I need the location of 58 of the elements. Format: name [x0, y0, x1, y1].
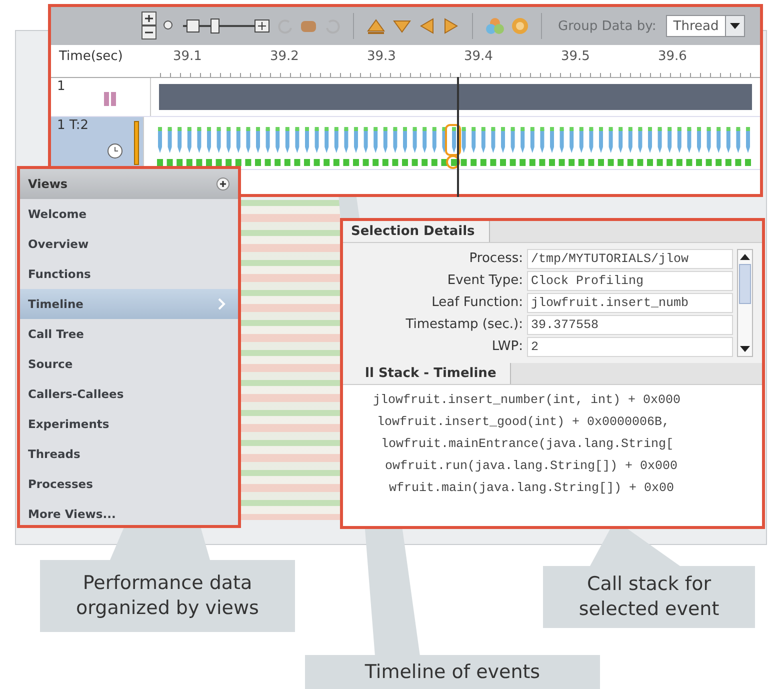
- zoom-stack-icon: [141, 11, 157, 41]
- zoom-slider-icon: [181, 18, 271, 34]
- scroll-thumb[interactable]: [739, 264, 751, 304]
- tick-label: 39.5: [561, 49, 591, 66]
- state-bar: [134, 121, 139, 165]
- view-menu-item[interactable]: Threads: [20, 439, 238, 469]
- view-menu-item[interactable]: Processes: [20, 469, 238, 499]
- view-menu-item[interactable]: More Views...: [20, 499, 238, 529]
- scrollbar[interactable]: [737, 249, 753, 357]
- target-icon: [511, 17, 529, 35]
- field-label: LWP:: [490, 338, 523, 356]
- field-value[interactable]: 2: [527, 337, 733, 357]
- stack-frame[interactable]: lowfruit.insert_good(int) + 0x0000006B,: [343, 411, 762, 433]
- scroll-up-icon: [740, 254, 750, 260]
- field-label: Timestamp (sec.):: [404, 316, 523, 334]
- view-menu-item[interactable]: Source: [20, 349, 238, 379]
- group-data-label: Group Data by:: [558, 18, 656, 34]
- callout-label: Performance data organized by views: [40, 560, 295, 632]
- view-menu-item[interactable]: Callers-Callees: [20, 379, 238, 409]
- row-label: 1: [57, 79, 66, 94]
- field-label: Leaf Function:: [430, 294, 523, 312]
- stack-frame[interactable]: lowfruit.mainEntrance(java.lang.String[: [343, 433, 762, 455]
- field-value[interactable]: /tmp/MYTUTORIALS/jlow: [527, 249, 733, 269]
- tick-label: 39.4: [464, 49, 494, 66]
- row-header[interactable]: 1 T:2: [51, 117, 144, 169]
- row-label: 1 T:2: [57, 118, 89, 133]
- stack-frame[interactable]: wfruit.main(java.lang.String[]) + 0x00: [343, 477, 762, 499]
- tick-label: 39.1: [173, 49, 203, 66]
- field-label: Event Type:: [446, 272, 523, 290]
- view-menu-item[interactable]: Timeline: [20, 289, 238, 319]
- view-menu-item[interactable]: Call Tree: [20, 319, 238, 349]
- call-stack-tab[interactable]: ll Stack - Timeline: [343, 363, 512, 384]
- clock-icon: [107, 143, 123, 159]
- field-value[interactable]: 39.377558: [527, 315, 733, 335]
- group-data-dropdown[interactable]: Thread: [666, 15, 745, 37]
- chevron-icon: [218, 298, 226, 310]
- view-menu-item[interactable]: Welcome: [20, 199, 238, 229]
- up-arrow-icon: [366, 17, 386, 35]
- views-title: Views: [28, 177, 68, 191]
- view-menu-item[interactable]: Overview: [20, 229, 238, 259]
- stack-frame[interactable]: jlowfruit.insert_number(int, int) + 0x000: [343, 389, 762, 411]
- field-value[interactable]: Clock Profiling: [527, 271, 733, 291]
- scroll-down-icon: [740, 346, 750, 352]
- field-value[interactable]: jlowfruit.insert_numb: [527, 293, 733, 313]
- add-icon: [216, 177, 230, 191]
- tick-label: 39.6: [658, 49, 688, 66]
- callout-label: Timeline of events: [305, 655, 600, 689]
- color-circles-icon: [485, 17, 505, 35]
- view-menu-item[interactable]: Functions: [20, 259, 238, 289]
- selection-details-tab[interactable]: Selection Details: [343, 221, 490, 242]
- view-menu-item[interactable]: Experiments: [20, 409, 238, 439]
- tick-label: 39.3: [367, 49, 397, 66]
- stack-frame[interactable]: owfruit.run(java.lang.String[]) + 0x000: [343, 455, 762, 477]
- left-arrow-icon: [418, 17, 436, 35]
- tick-label: 39.2: [270, 49, 300, 66]
- right-arrow-icon: [442, 17, 460, 35]
- bars-icon: [104, 92, 116, 106]
- field-label: Process:: [468, 250, 523, 268]
